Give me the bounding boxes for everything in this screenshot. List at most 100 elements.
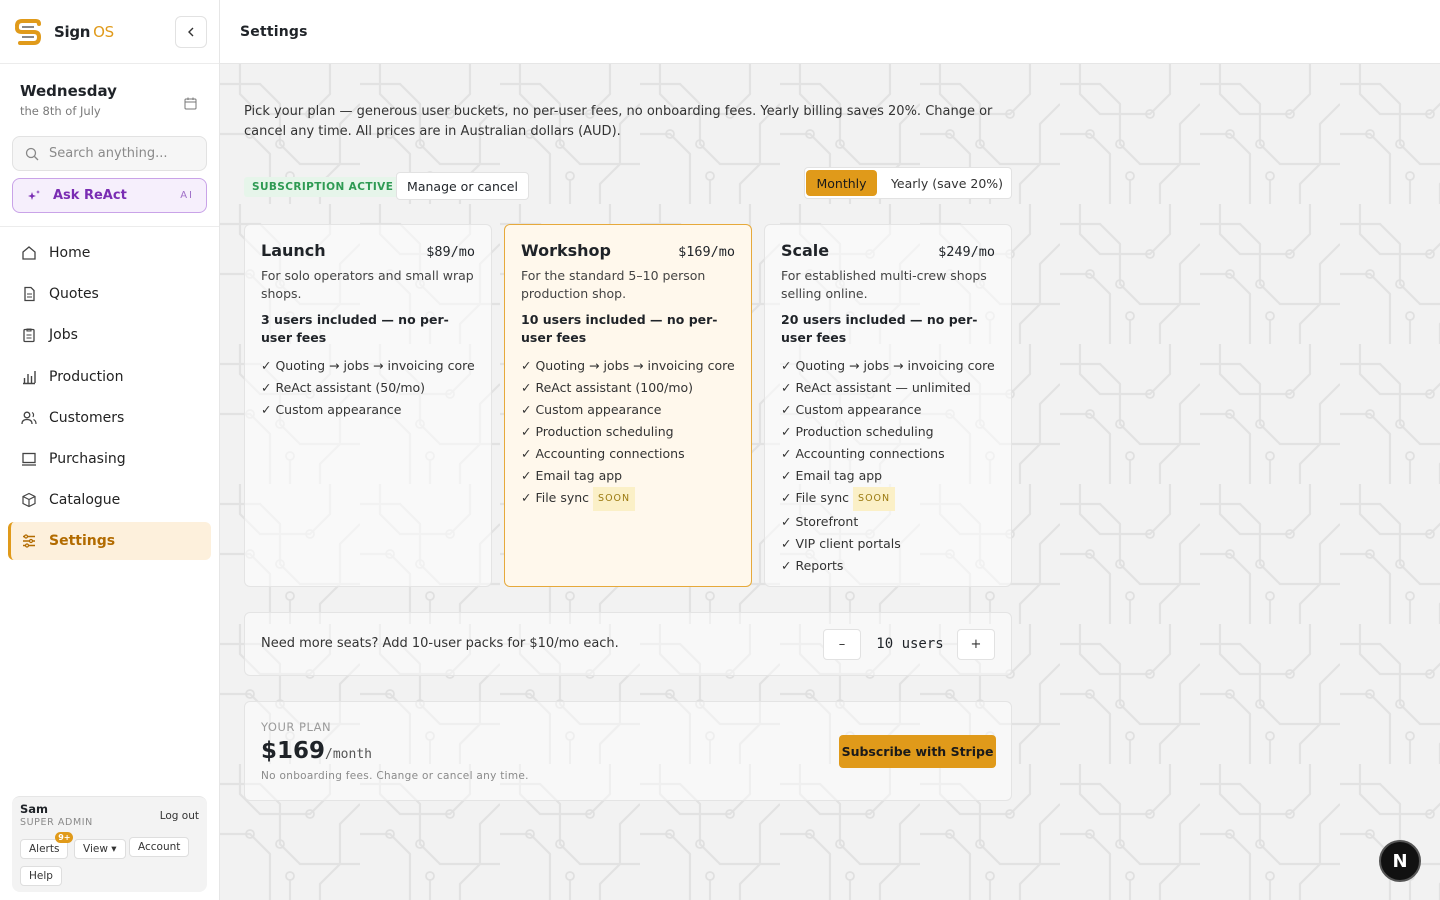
date-block: Wednesday the 8th of July: [20, 82, 117, 118]
feature-label: ✓ File sync: [781, 490, 850, 505]
plan-intro: Pick your plan — generous user buckets, …: [244, 104, 993, 139]
your-plan-price: $169/month: [261, 738, 372, 764]
feature-item: ✓ Reports: [781, 558, 844, 573]
user-name: Sam: [20, 802, 49, 816]
plan-description: For the standard 5–10 person production …: [521, 268, 706, 301]
your-plan-amount: $169: [261, 738, 326, 764]
next-dev-button[interactable]: N: [1379, 840, 1421, 882]
feature-item: ✓ File sync SOON: [781, 487, 995, 511]
date-day: Wednesday: [20, 82, 117, 100]
feature-item: ✓ ReAct assistant — unlimited: [781, 380, 971, 395]
sidebar-item-jobs[interactable]: Jobs: [8, 316, 211, 354]
feature-item: ✓ Production scheduling: [521, 424, 674, 439]
feature-item: ✓ Quoting → jobs → invoicing core: [781, 358, 995, 373]
chevron-left-icon: [188, 27, 194, 37]
document-icon: [20, 286, 37, 303]
yearly-toggle[interactable]: Yearly (save 20%): [885, 170, 1009, 196]
billing-period-toggle: Monthly Yearly (save 20%): [804, 167, 1012, 199]
manage-subscription-button[interactable]: Manage or cancel: [396, 172, 529, 200]
feature-item: ✓ Storefront: [781, 514, 859, 529]
ask-react-button[interactable]: Ask ReAct AI: [12, 178, 207, 213]
feature-item: ✓ Production scheduling: [781, 424, 934, 439]
sidebar-item-label: Catalogue: [49, 492, 121, 509]
sidebar-item-quotes[interactable]: Quotes: [8, 275, 211, 313]
date-sub: the 8th of July: [20, 104, 101, 118]
search-placeholder: Search anything...: [49, 146, 168, 161]
ai-tag: AI: [180, 190, 194, 201]
sidebar-item-label: Settings: [49, 533, 116, 550]
sidebar-item-catalogue[interactable]: Catalogue: [8, 481, 211, 519]
feature-item: ✓ ReAct assistant (100/mo): [521, 380, 694, 395]
logo-icon: [14, 18, 42, 46]
plan-price: $249/mo: [938, 244, 995, 260]
user-role: SUPER ADMIN: [20, 817, 93, 828]
users-icon: [20, 409, 37, 426]
feature-item: ✓ Accounting connections: [521, 446, 685, 461]
monitor-icon: [20, 450, 37, 467]
sidebar-nav: Home Quotes Jobs Production Customers Pu…: [8, 234, 211, 564]
sidebar-item-label: Customers: [49, 409, 125, 426]
sparkle-icon: [28, 189, 40, 200]
plan-users: 20 users included — no per-user fees: [781, 312, 978, 345]
feature-item: ✓ ReAct assistant (50/mo): [261, 380, 426, 395]
bar-chart-icon: [20, 368, 37, 385]
subscription-status-badge: SUBSCRIPTION ACTIVE: [244, 177, 402, 197]
feature-item: ✓ Custom appearance: [781, 402, 922, 417]
plan-users: 10 users included — no per-user fees: [521, 312, 718, 345]
sidebar-item-settings[interactable]: Settings: [8, 522, 211, 561]
plan-card-launch[interactable]: Launch $89/mo For solo operators and sma…: [244, 224, 492, 587]
soon-badge: SOON: [593, 487, 636, 511]
plan-price: $169/mo: [678, 244, 735, 260]
sidebar-item-customers[interactable]: Customers: [8, 399, 211, 437]
soon-badge: SOON: [853, 487, 896, 511]
nav-divider: [0, 226, 219, 227]
alerts-badge: 9+: [55, 832, 74, 843]
search-input[interactable]: Search anything...: [12, 136, 207, 171]
increase-seats-button[interactable]: +: [957, 629, 995, 660]
alerts-button[interactable]: Alerts 9+: [20, 832, 74, 859]
top-bar: Settings: [220, 0, 1440, 64]
subscribe-stripe-button[interactable]: Subscribe with Stripe: [839, 735, 996, 768]
monthly-toggle[interactable]: Monthly: [806, 170, 877, 196]
page-title: Settings: [240, 23, 308, 40]
plan-card-scale[interactable]: Scale $249/mo For established multi-crew…: [764, 224, 1012, 587]
help-button[interactable]: Help: [20, 866, 62, 886]
your-plan-panel: YOUR PLAN $169/month No onboarding fees.…: [244, 701, 1012, 801]
plan-features: ✓ Quoting → jobs → invoicing core ✓ ReAc…: [781, 355, 995, 577]
alerts-label: Alerts: [29, 843, 60, 855]
feature-item: ✓ File sync SOON: [521, 487, 735, 511]
sidebar-item-label: Purchasing: [49, 450, 126, 467]
extra-seats-panel: Need more seats? Add 10-user packs for $…: [244, 612, 1012, 676]
main-content: Pick your plan — generous user buckets, …: [220, 64, 1440, 900]
home-icon: [20, 245, 37, 262]
feature-item: ✓ Accounting connections: [781, 446, 945, 461]
feature-item: ✓ Quoting → jobs → invoicing core: [261, 358, 475, 373]
sidebar-item-label: Quotes: [49, 286, 99, 303]
plan-description: For established multi-crew shops selling…: [781, 268, 987, 301]
sidebar-item-purchasing[interactable]: Purchasing: [8, 440, 211, 478]
view-dropdown[interactable]: View ▾: [74, 839, 126, 859]
your-plan-period: /month: [325, 747, 372, 762]
extra-seats-text: Need more seats? Add 10-user packs for $…: [261, 636, 619, 651]
decrease-seats-button[interactable]: –: [823, 629, 861, 660]
your-plan-label: YOUR PLAN: [261, 720, 332, 734]
plan-card-workshop[interactable]: Workshop $169/mo For the standard 5–10 p…: [504, 224, 752, 587]
user-panel: Sam SUPER ADMIN Log out Alerts 9+ View ▾…: [12, 796, 207, 892]
account-button[interactable]: Account: [129, 837, 190, 857]
feature-item: ✓ VIP client portals: [781, 536, 901, 551]
sidebar-item-production[interactable]: Production: [8, 358, 211, 396]
calendar-icon[interactable]: [184, 95, 197, 114]
logout-link[interactable]: Log out: [160, 810, 199, 822]
your-plan-note: No onboarding fees. Change or cancel any…: [261, 770, 529, 782]
sidebar-item-label: Home: [49, 245, 91, 261]
search-icon: [25, 147, 39, 160]
box-icon: [20, 492, 37, 509]
sidebar-item-label: Production: [49, 368, 124, 385]
seat-count: 10 users: [876, 636, 944, 652]
sliders-icon: [20, 533, 37, 550]
collapse-sidebar-button[interactable]: [175, 16, 207, 48]
sidebar-item-label: Jobs: [49, 327, 78, 344]
plan-name: Workshop: [521, 241, 611, 260]
plan-name: Scale: [781, 241, 830, 260]
sidebar-item-home[interactable]: Home: [8, 234, 211, 272]
